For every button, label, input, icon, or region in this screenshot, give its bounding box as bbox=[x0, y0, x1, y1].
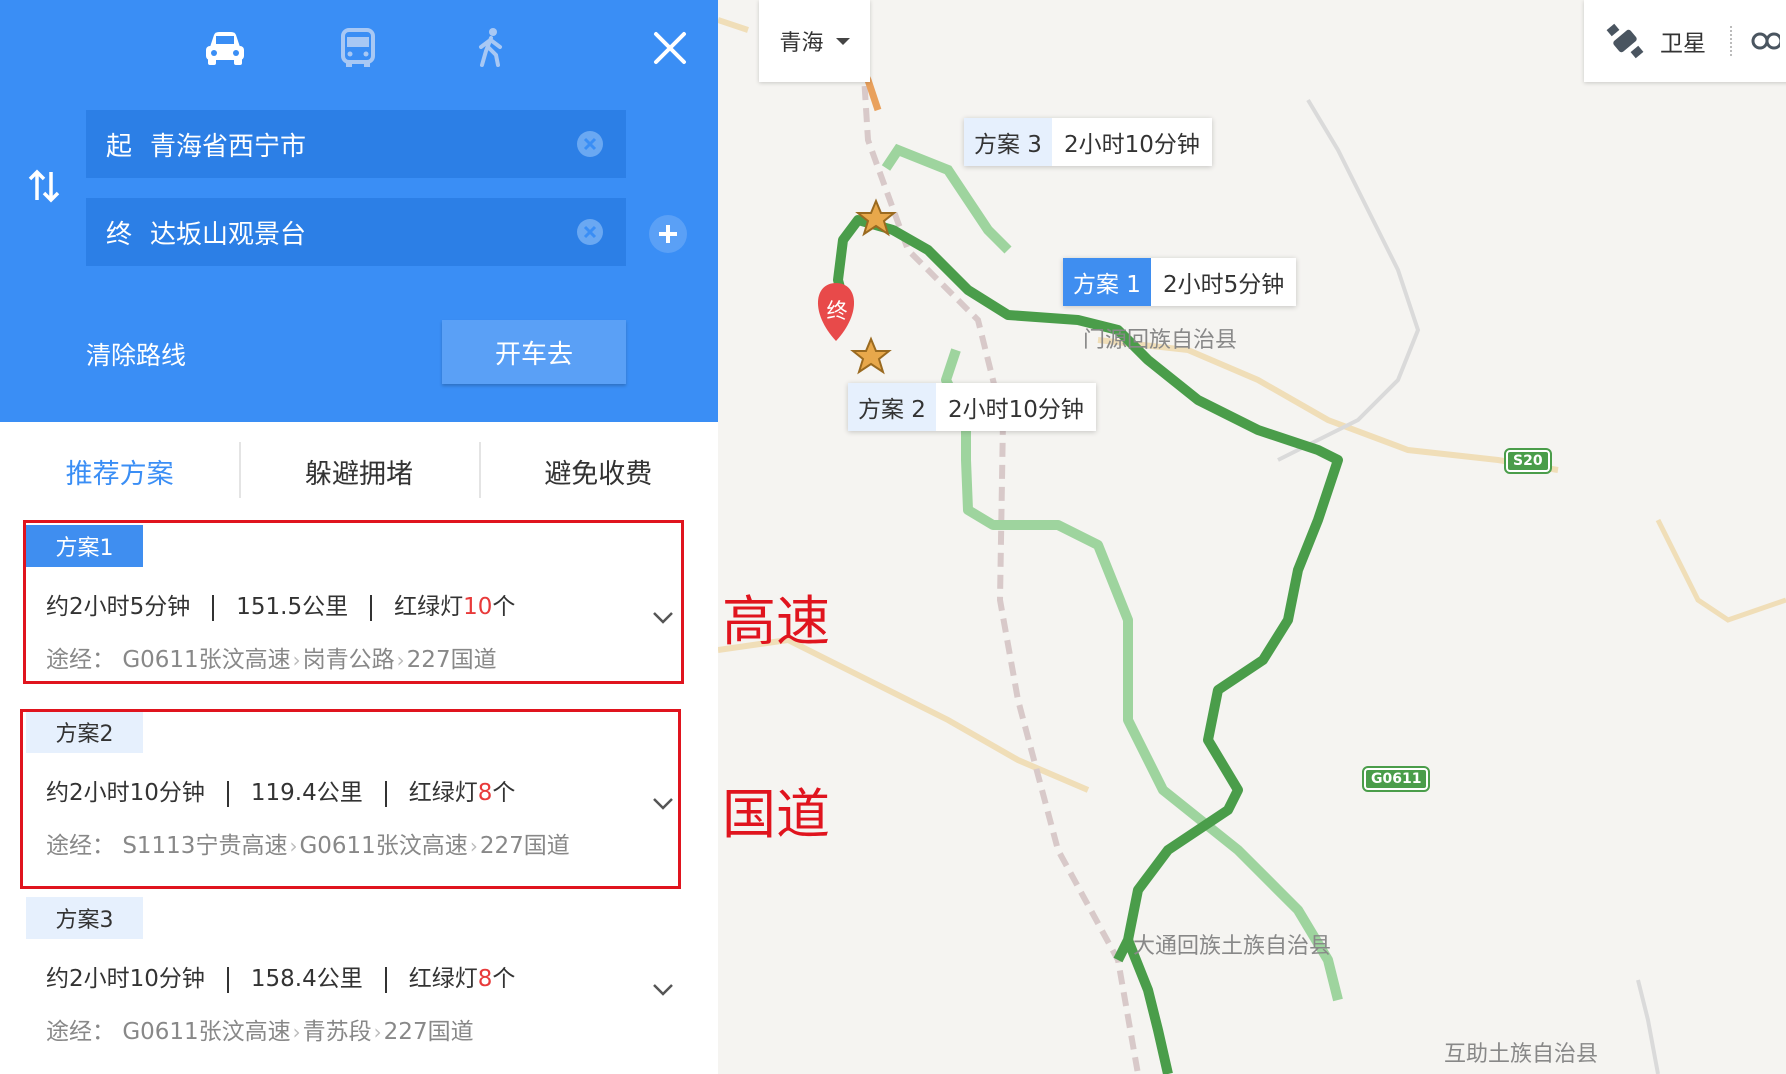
route-3-label-time: 2小时10分钟 bbox=[1051, 118, 1212, 166]
highlight-box bbox=[23, 520, 684, 684]
via-road: 青苏段 bbox=[302, 1019, 372, 1045]
start-value: 青海省西宁市 bbox=[150, 131, 307, 162]
route-2-label-name: 方案 2 bbox=[848, 383, 936, 431]
plan-lights-label: 红绿灯 bbox=[408, 966, 478, 992]
divider bbox=[1730, 26, 1732, 56]
annotation-highway: 高速 bbox=[722, 590, 830, 653]
end-field[interactable]: 终 达坂山观景台 bbox=[86, 198, 626, 266]
plan-lights-count: 8 bbox=[477, 966, 493, 992]
clear-route-link[interactable]: 清除路线 bbox=[86, 336, 186, 372]
via-road: G0611张汶高速 bbox=[122, 1019, 291, 1045]
divider bbox=[384, 966, 387, 993]
town-label: 门源回族自治县 bbox=[1083, 328, 1238, 353]
chevron-down-icon[interactable] bbox=[651, 981, 675, 997]
town-label: 互助土族自治县 bbox=[1444, 1042, 1599, 1067]
plan-3-card[interactable]: 方案3 约2小时10分钟 158.4公里 红绿灯8个 途经： G0611张汶高速 ›青… bbox=[26, 897, 686, 1057]
satellite-icon[interactable] bbox=[1606, 22, 1644, 60]
plan-distance: 158.4公里 bbox=[250, 966, 363, 992]
plan-via: 途经： G0611张汶高速 ›青苏段 ›227国道 bbox=[46, 1012, 474, 1046]
clear-input-icon[interactable] bbox=[576, 130, 604, 158]
highlight-box bbox=[20, 709, 681, 889]
map-canvas bbox=[718, 0, 1786, 1074]
map-layer-controls: 卫星 bbox=[1584, 0, 1786, 82]
waypoint-star bbox=[850, 336, 892, 375]
satellite-label[interactable]: 卫星 bbox=[1660, 24, 1706, 58]
tab-recommended[interactable]: 推荐方案 bbox=[0, 440, 239, 502]
car-icon[interactable] bbox=[202, 25, 248, 71]
via-road: 227国道 bbox=[383, 1019, 474, 1045]
route-1-line bbox=[1123, 938, 1173, 1074]
end-value: 达坂山观景台 bbox=[150, 219, 307, 250]
route-1-label-time: 2小时5分钟 bbox=[1150, 258, 1297, 306]
walk-icon[interactable] bbox=[468, 25, 514, 71]
via-label: 途经： bbox=[46, 1019, 115, 1045]
route-3-label[interactable]: 方案 3 2小时10分钟 bbox=[964, 118, 1212, 166]
plan-summary: 约2小时10分钟 158.4公里 红绿灯8个 bbox=[46, 959, 515, 993]
drive-button[interactable]: 开车去 bbox=[442, 320, 626, 384]
annotation-national-road: 国道 bbox=[722, 783, 830, 846]
bus-icon[interactable] bbox=[335, 25, 381, 71]
tab-avoid-congestion[interactable]: 躲避拥堵 bbox=[239, 440, 478, 502]
plan-time: 约2小时10分钟 bbox=[46, 966, 205, 992]
add-waypoint-icon[interactable] bbox=[648, 214, 688, 254]
route-1-label[interactable]: 方案 1 2小时5分钟 bbox=[1063, 258, 1297, 306]
road-shield: S20 bbox=[1504, 448, 1552, 474]
provincial-road bbox=[718, 636, 1090, 793]
plan-badge: 方案3 bbox=[26, 897, 143, 939]
swap-icon[interactable] bbox=[26, 168, 62, 204]
town-label: 大通回族土族自治县 bbox=[1133, 934, 1332, 959]
region-label: 青海 bbox=[779, 31, 824, 56]
provincial-road bbox=[1655, 518, 1786, 623]
road-shield: G0611 bbox=[1361, 766, 1431, 792]
chevron-right-icon: › bbox=[373, 1020, 382, 1044]
route-2-label-time: 2小时10分钟 bbox=[935, 383, 1096, 431]
close-icon[interactable] bbox=[650, 28, 690, 68]
route-preference-tabs: 推荐方案 躲避拥堵 避免收费 bbox=[0, 440, 718, 502]
map-view[interactable]: 青海 卫星 方案 3 2小时10分钟 方案 1 2小时5分钟 方案 2 2小时1… bbox=[718, 0, 1786, 1074]
caret-down-icon bbox=[835, 37, 850, 45]
route-1-label-name: 方案 1 bbox=[1063, 258, 1151, 306]
start-field[interactable]: 起 青海省西宁市 bbox=[86, 110, 626, 178]
route-2-label[interactable]: 方案 2 2小时10分钟 bbox=[848, 383, 1096, 431]
route-panel: 起 青海省西宁市 终 达坂山观景台 清除路线 开车去 推荐方案 躲避拥堵 避免收… bbox=[0, 0, 718, 1074]
tab-avoid-tolls[interactable]: 避免收费 bbox=[478, 440, 718, 502]
grey-road bbox=[1636, 979, 1660, 1074]
divider bbox=[226, 966, 229, 993]
end-marker-label[interactable]: 终 bbox=[824, 295, 850, 325]
plan-lights-unit: 个 bbox=[492, 966, 516, 992]
search-box: 起 青海省西宁市 终 达坂山观景台 清除路线 开车去 bbox=[0, 0, 718, 422]
chevron-right-icon: › bbox=[292, 1020, 301, 1044]
end-tag: 终 bbox=[106, 219, 133, 250]
start-tag: 起 bbox=[106, 131, 133, 162]
clear-input-icon[interactable] bbox=[576, 218, 604, 246]
roadnet-icon[interactable] bbox=[1750, 26, 1780, 56]
region-select[interactable]: 青海 bbox=[759, 0, 870, 82]
route-3-label-name: 方案 3 bbox=[964, 118, 1052, 166]
provincial-road bbox=[718, 17, 749, 33]
